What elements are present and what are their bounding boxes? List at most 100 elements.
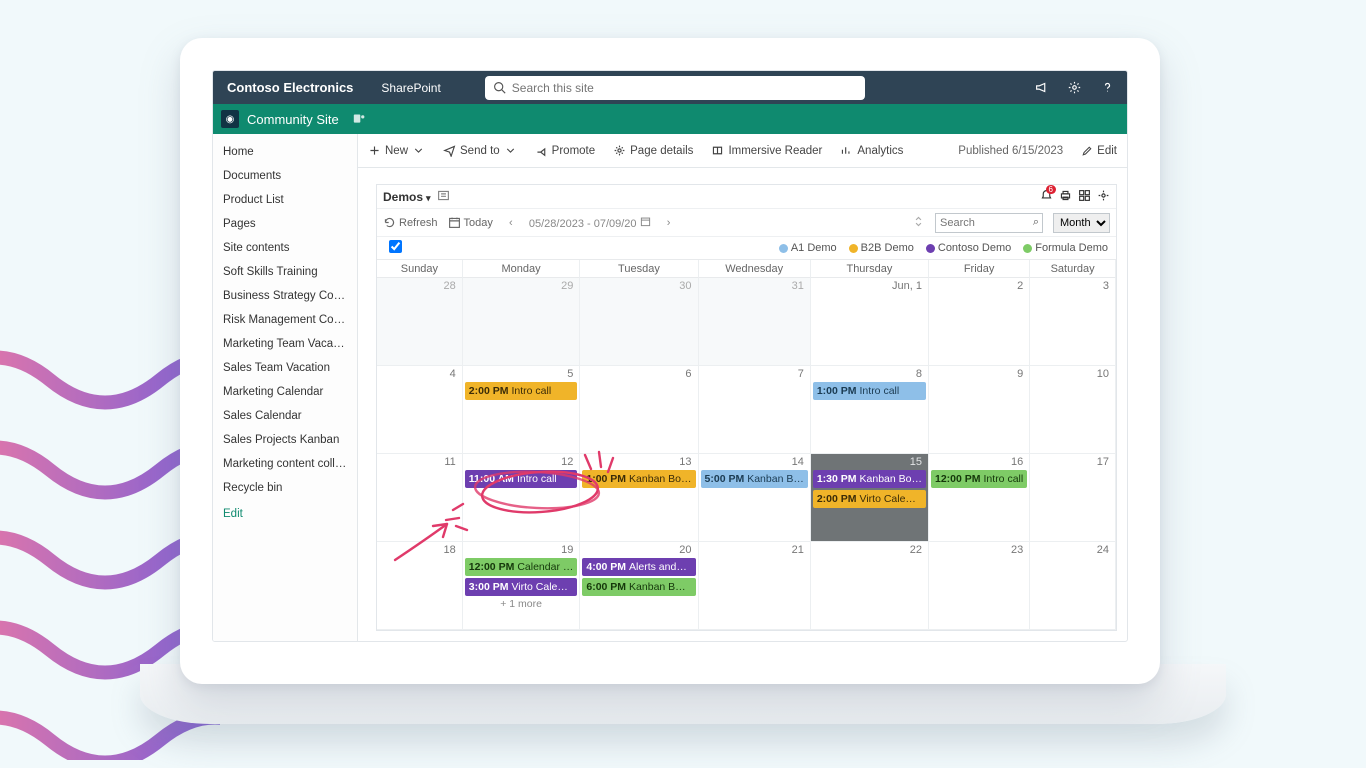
nav-recycle-bin[interactable]: Recycle bin <box>213 476 357 500</box>
send-icon <box>443 144 456 157</box>
nav-sales-kanban[interactable]: Sales Projects Kanban <box>213 428 357 452</box>
calendar-cell[interactable]: 20 4:00 PMAlerts and… 6:00 PMKanban B… <box>580 542 698 630</box>
nav-risk-management[interactable]: Risk Management Cour… <box>213 308 357 332</box>
date-range[interactable]: 05/28/2023 - 07/09/20 <box>529 216 651 230</box>
nav-sales-calendar[interactable]: Sales Calendar <box>213 404 357 428</box>
search-input[interactable] <box>512 81 857 95</box>
grid-icon[interactable] <box>1078 189 1091 205</box>
legend-item[interactable]: B2B Demo <box>849 242 914 254</box>
nav-marketing-calendar[interactable]: Marketing Calendar <box>213 380 357 404</box>
nav-home[interactable]: Home <box>213 140 357 164</box>
settings-icon[interactable] <box>1097 189 1110 205</box>
prev-button[interactable]: ‹ <box>503 217 519 229</box>
main-pane: New Send to Promote Page details <box>358 134 1127 641</box>
date-number: 10 <box>1097 368 1109 380</box>
date-number: 24 <box>1097 544 1109 556</box>
date-number: 29 <box>561 280 573 292</box>
date-number: 28 <box>444 280 456 292</box>
nav-business-strategy[interactable]: Business Strategy Cours… <box>213 284 357 308</box>
nav-marketing-vacation[interactable]: Marketing Team Vacation <box>213 332 357 356</box>
megaphone-icon[interactable] <box>1034 80 1049 95</box>
calendar-icon <box>640 216 651 227</box>
event-virto-cal[interactable]: 3:00 PMVirto Cale… <box>465 578 578 596</box>
nav-product-list[interactable]: Product List <box>213 188 357 212</box>
event-intro-call[interactable]: 1:00 PMIntro call <box>813 382 926 400</box>
notifications-button[interactable]: 6 <box>1040 189 1053 205</box>
nav-site-contents[interactable]: Site contents <box>213 236 357 260</box>
day-header: Tuesday <box>580 260 698 278</box>
calendar-cell[interactable]: 14 5:00 PMKanban B… <box>699 454 811 542</box>
date-number: 3 <box>1103 280 1109 292</box>
chevron-down-icon <box>412 144 425 157</box>
legend-checkbox[interactable] <box>389 240 402 256</box>
calendar-cell[interactable]: 19 12:00 PMCalendar … 3:00 PMVirto Cale…… <box>463 542 581 630</box>
event-kanban[interactable]: 5:00 PMKanban B… <box>701 470 808 488</box>
date-number: 21 <box>792 544 804 556</box>
calendar-legend: A1 Demo B2B Demo Contoso Demo Formula De… <box>377 237 1116 259</box>
legend-item[interactable]: Formula Demo <box>1023 242 1108 254</box>
cmd-edit[interactable]: Edit <box>1081 145 1117 157</box>
calendar-toolbar: Refresh Today ‹ 05/28/2023 - 07/09/20 <box>377 209 1116 237</box>
legend-item[interactable]: Contoso Demo <box>926 242 1011 254</box>
event-intro-call-highlighted[interactable]: 11:00 AMIntro call <box>465 470 578 488</box>
cmd-send-to[interactable]: Send to <box>443 144 517 157</box>
nav-pages[interactable]: Pages <box>213 212 357 236</box>
cmd-promote[interactable]: Promote <box>535 144 595 157</box>
nav-marketing-content[interactable]: Marketing content colle… <box>213 452 357 476</box>
calendar-title[interactable]: Demos▾ <box>383 190 431 204</box>
calendar-cell[interactable]: 8 1:00 PMIntro call <box>811 366 929 454</box>
date-number: 2 <box>1017 280 1023 292</box>
date-number: 12 <box>561 456 573 468</box>
nav-sales-vacation[interactable]: Sales Team Vacation <box>213 356 357 380</box>
site-title[interactable]: Community Site <box>247 112 339 127</box>
event-virto-cal[interactable]: 2:00 PMVirto Cale… <box>813 490 926 508</box>
date-number: 20 <box>679 544 691 556</box>
app-label[interactable]: SharePoint <box>367 81 454 95</box>
search-box[interactable] <box>485 76 865 100</box>
event-intro-call[interactable]: 12:00 PMIntro call <box>931 470 1027 488</box>
nav-edit-link[interactable]: Edit <box>213 500 357 528</box>
site-header: ◉ Community Site <box>213 104 1127 134</box>
print-icon[interactable] <box>1059 189 1072 205</box>
cmd-new[interactable]: New <box>368 144 425 157</box>
event-kanban[interactable]: 6:00 PMKanban B… <box>582 578 695 596</box>
analytics-icon <box>840 144 853 157</box>
calendar-cell[interactable]: 13 1:00 PMKanban Bo… <box>580 454 698 542</box>
cmd-page-details[interactable]: Page details <box>613 144 693 157</box>
calendar-cell[interactable]: 12 11:00 AMIntro call <box>463 454 581 542</box>
event-intro-call[interactable]: 2:00 PMIntro call <box>465 382 578 400</box>
more-events-link[interactable]: + 1 more <box>465 598 578 610</box>
date-number: 6 <box>685 368 691 380</box>
search-icon[interactable]: ⌕ <box>1033 216 1039 229</box>
today-button[interactable]: Today <box>448 216 493 229</box>
expand-icon[interactable] <box>912 215 925 231</box>
event-calendar[interactable]: 12:00 PMCalendar … <box>465 558 578 576</box>
next-button[interactable]: › <box>661 217 677 229</box>
left-nav: Home Documents Product List Pages Site c… <box>213 134 358 641</box>
refresh-icon <box>383 216 396 229</box>
published-label: Published 6/15/2023 <box>958 145 1063 157</box>
date-number: 11 <box>444 456 455 468</box>
calendar-grid: Sunday Monday Tuesday Wednesday Thursday… <box>377 259 1116 630</box>
edit-webpart-icon[interactable] <box>437 189 450 205</box>
nav-soft-skills[interactable]: Soft Skills Training <box>213 260 357 284</box>
event-alerts[interactable]: 4:00 PMAlerts and… <box>582 558 695 576</box>
nav-documents[interactable]: Documents <box>213 164 357 188</box>
date-number: 15 <box>910 456 922 468</box>
gear-icon[interactable] <box>1067 80 1082 95</box>
day-header: Sunday <box>377 260 463 278</box>
date-number: 31 <box>792 280 804 292</box>
teams-icon[interactable] <box>353 112 367 126</box>
cmd-immersive-reader[interactable]: Immersive Reader <box>711 144 822 157</box>
event-kanban[interactable]: 1:00 PMKanban Bo… <box>582 470 695 488</box>
help-icon[interactable] <box>1100 80 1115 95</box>
refresh-button[interactable]: Refresh <box>383 216 438 229</box>
calendar-cell-selected[interactable]: 15 1:30 PMKanban Bo… 2:00 PMVirto Cale… <box>811 454 929 542</box>
cmd-analytics[interactable]: Analytics <box>840 144 903 157</box>
calendar-search-input[interactable] <box>935 213 1043 233</box>
legend-item[interactable]: A1 Demo <box>779 242 837 254</box>
calendar-cell[interactable]: 5 2:00 PMIntro call <box>463 366 581 454</box>
view-select[interactable]: Month <box>1053 213 1110 233</box>
event-kanban[interactable]: 1:30 PMKanban Bo… <box>813 470 926 488</box>
calendar-cell[interactable]: 16 12:00 PMIntro call <box>929 454 1030 542</box>
